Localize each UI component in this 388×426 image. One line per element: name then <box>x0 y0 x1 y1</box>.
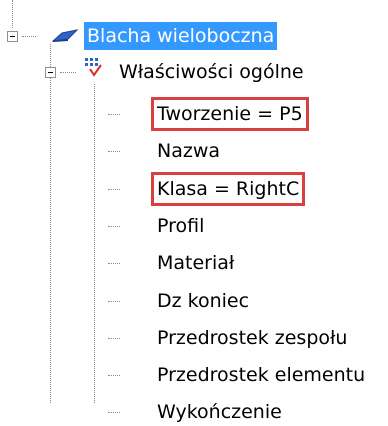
tree-node-property[interactable]: Profil <box>154 212 207 240</box>
property-label: Tworzenie = P5 <box>151 97 309 131</box>
property-label: Przedrostek zespołu <box>157 327 348 349</box>
tree-node-root[interactable]: Blacha wieloboczna <box>84 22 278 50</box>
tree-node-property[interactable]: Nazwa <box>154 137 223 165</box>
plate-icon <box>52 29 78 42</box>
leaf-branch-line <box>108 412 120 413</box>
properties-icon <box>85 58 102 77</box>
leaf-branch-line <box>108 226 120 227</box>
root-connector-line <box>12 0 13 28</box>
leaf-branch-line <box>108 151 120 152</box>
tree-node-property[interactable]: Klasa = RightC <box>150 172 306 206</box>
root-node-label: Blacha wieloboczna <box>84 22 278 50</box>
property-label: Nazwa <box>157 140 221 162</box>
property-label: Klasa = RightC <box>150 172 306 206</box>
leaf-branch-line <box>108 263 120 264</box>
tree-node-property[interactable]: Przedrostek elementu <box>154 361 368 389</box>
tree-node-property[interactable]: Tworzenie = P5 <box>151 97 309 131</box>
property-label: Materiał <box>157 252 235 274</box>
leaf-branch-line <box>108 114 120 115</box>
root-branch-line <box>22 36 36 37</box>
group-child-line <box>94 84 95 403</box>
tree-node-property[interactable]: Materiał <box>154 249 237 277</box>
leaf-branch-line <box>108 375 120 376</box>
property-label: Profil <box>157 215 205 237</box>
leaf-branch-line <box>108 338 120 339</box>
group-node-label: Właściwości ogólne <box>119 61 304 83</box>
tree-node-property[interactable]: Dz koniec <box>154 287 252 315</box>
group-collapse-toggle[interactable] <box>45 67 56 78</box>
property-label: Dz koniec <box>157 290 250 312</box>
leaf-branch-line <box>108 189 120 190</box>
group-branch-line <box>60 72 76 73</box>
property-label: Przedrostek elementu <box>157 364 366 386</box>
property-tree: Blacha wieloboczna Właściwości ogólne Tw… <box>0 0 388 423</box>
root-child-line <box>50 44 51 403</box>
leaf-branch-line <box>108 301 120 302</box>
root-collapse-toggle[interactable] <box>7 31 18 42</box>
property-label: Wykończenie <box>157 401 282 423</box>
tree-node-property[interactable]: Wykończenie <box>154 398 285 426</box>
tree-node-property[interactable]: Przedrostek zespołu <box>154 324 350 352</box>
tree-node-general-properties[interactable]: Właściwości ogólne <box>116 58 307 86</box>
